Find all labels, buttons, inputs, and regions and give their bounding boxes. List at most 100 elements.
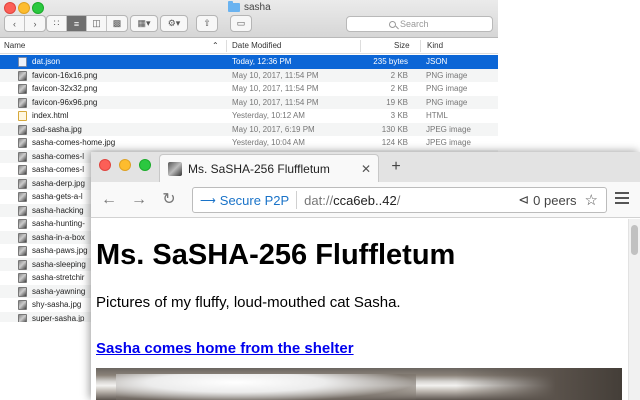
file-row[interactable]: favicon-16x16.png May 10, 2017, 11:54 PM 2… [0, 68, 498, 82]
file-name: sad-sasha.jpg [32, 124, 82, 134]
file-name: sasha-hacking [32, 205, 84, 215]
action-group: ⚙▾ [160, 15, 188, 32]
html-file-icon [18, 111, 27, 121]
image-file-icon [18, 97, 27, 108]
file-kind: JPEG image [426, 124, 471, 134]
close-tab-icon[interactable]: ✕ [358, 162, 374, 176]
gear-icon[interactable]: ⚙▾ [161, 16, 187, 31]
gallery-view-button[interactable]: ▩ [107, 16, 127, 31]
image-file-icon [18, 232, 27, 243]
bookmark-star-icon[interactable]: ☆ [585, 191, 606, 209]
active-tab[interactable]: Ms. SaSHA-256 Fluffletum ✕ [159, 154, 379, 182]
image-file-icon [18, 205, 27, 216]
image-file-icon [18, 259, 27, 270]
file-name: sasha-in-a-box [32, 232, 85, 242]
secure-p2p-label: Secure P2P [219, 192, 290, 208]
shelter-post-link[interactable]: Sasha comes home from the shelter [96, 340, 354, 357]
hamburger-menu-icon[interactable] [615, 192, 629, 207]
icon-view-button[interactable]: ∷ [47, 16, 67, 31]
file-size: 19 KB [386, 97, 408, 107]
browser-close-button[interactable] [99, 159, 111, 171]
file-size: 130 KB [381, 124, 408, 134]
tag-icon[interactable]: ▭ [231, 16, 251, 31]
page-content: Ms. SaSHA-256 Fluffletum Pictures of my … [91, 219, 628, 400]
column-date-modified[interactable]: Date Modified [232, 41, 281, 50]
file-date: May 10, 2017, 6:19 PM [232, 124, 315, 134]
file-row[interactable]: favicon-96x96.png May 10, 2017, 11:54 PM 1… [0, 95, 498, 109]
address-bar[interactable]: ⟶ Secure P2P dat://cca6eb..42/ ⊲ 0 peers… [192, 187, 607, 213]
image-file-icon [18, 219, 27, 229]
image-file-icon [18, 151, 27, 162]
tags-group: ▭ [230, 15, 252, 32]
file-row[interactable]: index.html Yesterday, 10:12 AM 3 KB HTML [0, 109, 498, 123]
column-view-button[interactable]: ◫ [87, 16, 107, 31]
cat-photo [96, 368, 622, 400]
file-row[interactable]: favicon-32x32.png May 10, 2017, 11:54 PM 2… [0, 82, 498, 96]
file-kind: HTML [426, 111, 448, 120]
image-file-icon [18, 70, 27, 81]
file-name: sasha-comes-home.jpg [32, 138, 116, 147]
file-name: sasha-comes-l [32, 165, 85, 174]
list-view-button[interactable]: ≡ [67, 16, 87, 31]
image-file-icon [18, 300, 27, 310]
browser-minimize-button[interactable] [119, 159, 131, 171]
file-date: May 10, 2017, 11:54 PM [232, 70, 319, 80]
forward-button[interactable]: › [25, 16, 45, 31]
minimize-window-button[interactable] [18, 2, 30, 14]
file-row[interactable]: dat.json Today, 12:36 PM 235 bytes JSON [0, 55, 498, 69]
arrange-button[interactable]: ▦▾ [131, 16, 157, 31]
new-tab-button[interactable]: + [388, 158, 404, 176]
page-scrollbar[interactable] [628, 219, 640, 400]
zoom-window-button[interactable] [32, 2, 44, 14]
file-size: 2 KB [390, 70, 408, 80]
share-group: ⇧ [196, 15, 218, 32]
file-name: dat.json [32, 57, 61, 66]
peers-indicator[interactable]: ⊲ 0 peers [518, 192, 584, 208]
browser-window: Ms. SaSHA-256 Fluffletum ✕ + ← → ↻ ⟶ Sec… [91, 152, 640, 400]
file-name: favicon-16x16.png [32, 70, 98, 80]
image-file-icon [18, 138, 27, 148]
browser-zoom-button[interactable] [139, 159, 151, 171]
reload-icon[interactable]: ↻ [159, 190, 179, 210]
close-window-button[interactable] [4, 2, 16, 14]
file-kind: PNG image [426, 97, 468, 107]
column-size[interactable]: Size [394, 41, 410, 50]
secure-p2p-badge[interactable]: ⟶ Secure P2P [193, 191, 298, 209]
arrange-group: ▦▾ [130, 15, 158, 32]
image-file-icon [18, 286, 27, 297]
image-file-icon [18, 192, 27, 202]
file-name: super-sasha.jp [32, 313, 85, 323]
file-name: shy-sasha.jpg [32, 300, 82, 309]
file-row[interactable]: sasha-comes-home.jpg Yesterday, 10:04 AM 1… [0, 136, 498, 150]
file-date: May 10, 2017, 11:54 PM [232, 84, 319, 93]
favicon [168, 161, 182, 176]
back-arrow-icon[interactable]: ← [99, 190, 119, 210]
image-file-icon [18, 165, 27, 175]
column-name[interactable]: Name [4, 41, 25, 50]
url-tail: / [396, 192, 401, 208]
search-icon [389, 20, 396, 28]
back-button[interactable]: ‹ [5, 16, 25, 31]
share-icon[interactable]: ⇧ [197, 16, 217, 31]
sort-indicator-icon: ⌃ [212, 41, 219, 50]
search-input[interactable]: Search [346, 16, 493, 32]
json-file-icon [18, 57, 27, 67]
url-scheme: dat:// [304, 192, 334, 208]
finder-toolbar: sasha ‹ › ∷ ≡ ◫ ▩ ▦▾ ⚙▾ ⇧ ▭ Search [0, 0, 498, 38]
url-text[interactable]: dat://cca6eb..42/ [297, 193, 518, 208]
file-name: sasha-comes-l [32, 151, 85, 161]
column-header: Name ⌃ Date Modified Size Kind [0, 38, 498, 54]
scroll-thumb[interactable] [631, 225, 638, 255]
file-name: sasha-hunting- [32, 219, 85, 228]
image-file-icon [18, 246, 27, 256]
back-forward-group: ‹ › [4, 15, 46, 32]
file-name: sasha-gets-a-l [32, 192, 83, 201]
file-name: sasha-derp.jpg [32, 178, 85, 188]
column-kind[interactable]: Kind [427, 41, 443, 50]
file-kind: PNG image [426, 84, 468, 93]
file-date: May 10, 2017, 11:54 PM [232, 97, 319, 107]
file-size: 235 bytes [373, 57, 408, 66]
file-row[interactable]: sad-sasha.jpg May 10, 2017, 6:19 PM 130 KB… [0, 122, 498, 136]
forward-arrow-icon[interactable]: → [129, 190, 149, 210]
file-date: Today, 12:36 PM [232, 57, 292, 66]
